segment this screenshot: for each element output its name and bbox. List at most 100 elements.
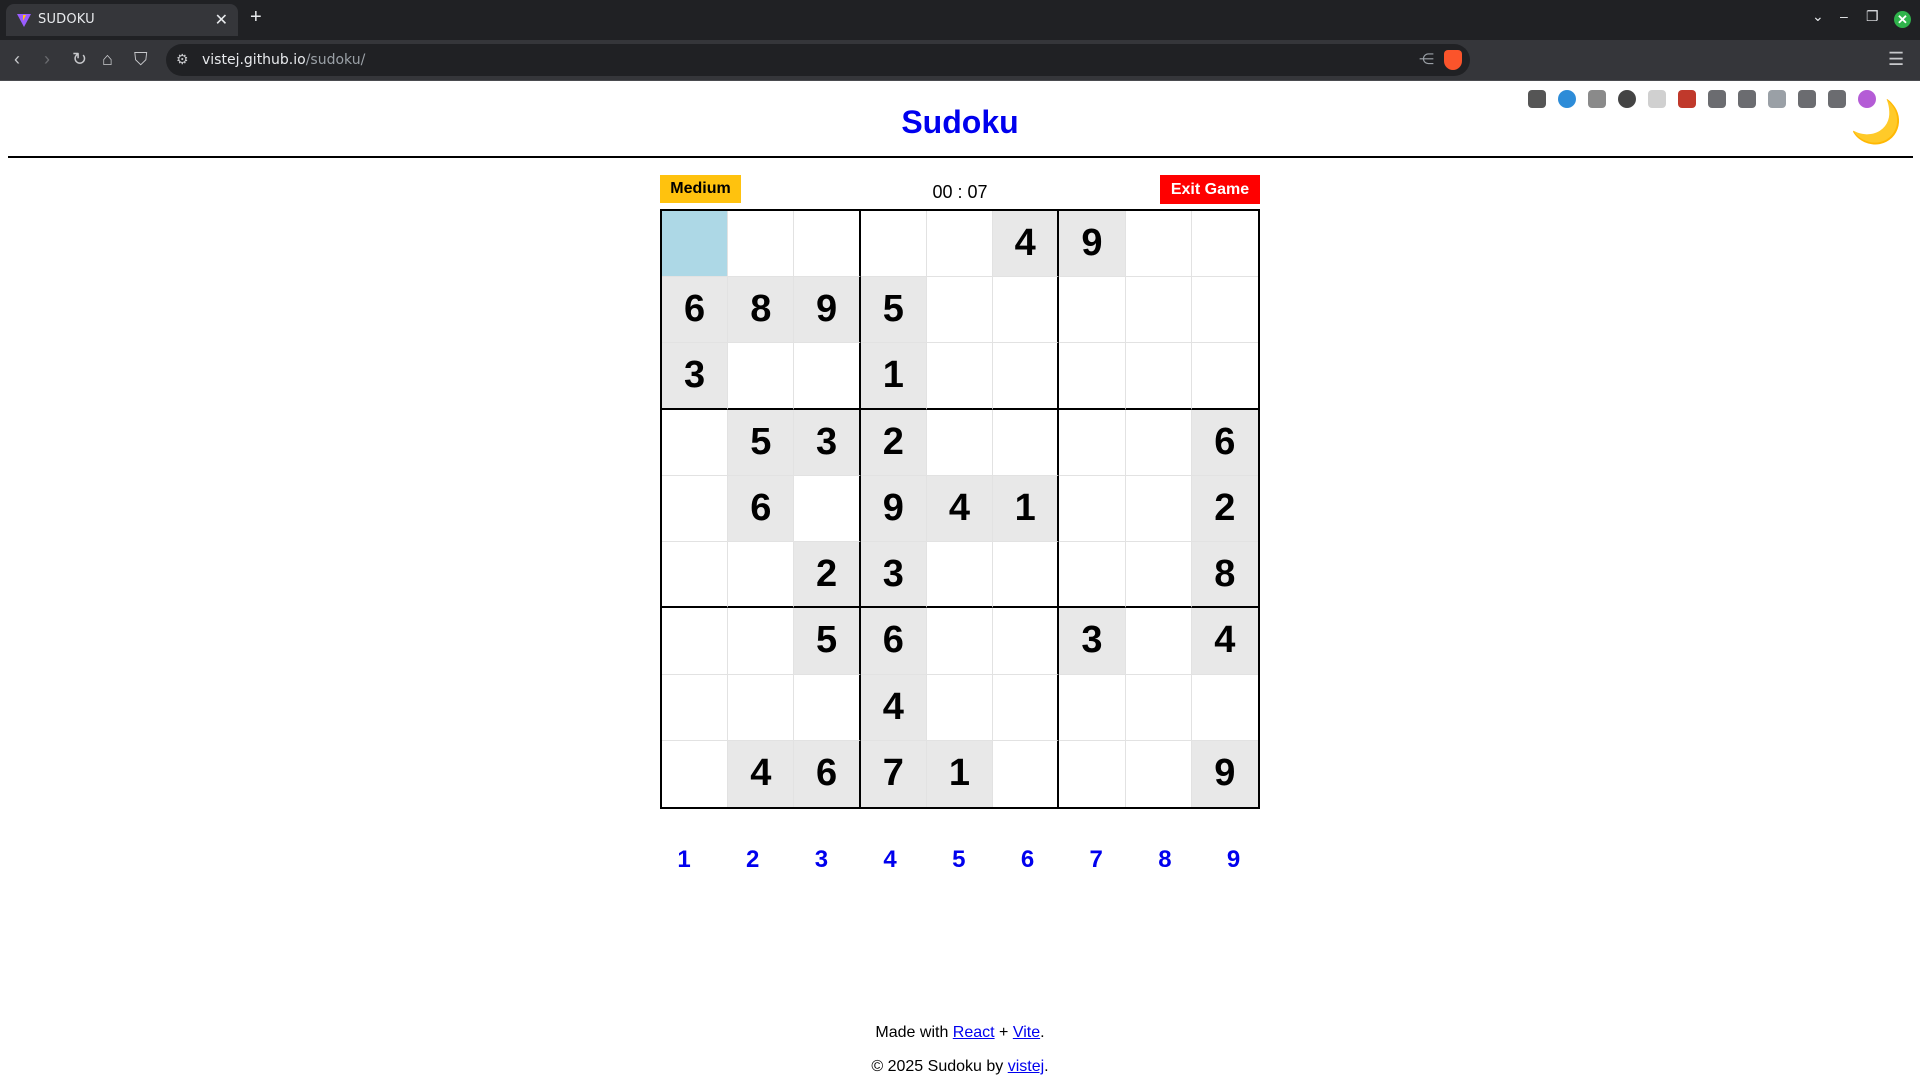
sudoku-cell[interactable]	[926, 608, 994, 675]
sudoku-cell[interactable]	[926, 277, 994, 344]
sudoku-cell[interactable]: 4	[926, 475, 994, 543]
sudoku-cell[interactable]	[1059, 277, 1126, 344]
sudoku-cell[interactable]: 5	[794, 608, 861, 675]
sudoku-cell[interactable]	[728, 211, 795, 278]
home-icon[interactable]: ⌂	[102, 48, 113, 70]
sudoku-cell[interactable]	[662, 211, 729, 278]
sudoku-cell[interactable]: 9	[1059, 211, 1126, 278]
tab-list-chevron-icon[interactable]: ⌄	[1812, 8, 1824, 25]
reload-icon[interactable]: ↻	[72, 48, 87, 70]
share-icon[interactable]: ⋲	[1419, 50, 1434, 68]
sudoku-cell[interactable]: 2	[1191, 475, 1258, 543]
numpad-button-8[interactable]: 8	[1145, 846, 1185, 874]
sudoku-cell[interactable]	[1125, 211, 1192, 278]
sudoku-cell[interactable]	[993, 277, 1060, 344]
sudoku-cell[interactable]: 2	[860, 409, 927, 476]
sudoku-cell[interactable]: 3	[662, 343, 729, 410]
sudoku-cell[interactable]	[794, 343, 861, 410]
sudoku-cell[interactable]: 2	[794, 542, 861, 609]
sudoku-cell[interactable]	[728, 542, 795, 609]
numpad-button-4[interactable]: 4	[870, 846, 910, 874]
sudoku-cell[interactable]	[794, 211, 861, 278]
sudoku-cell[interactable]	[1125, 277, 1192, 344]
sudoku-cell[interactable]	[926, 542, 994, 609]
back-icon[interactable]: ‹	[14, 48, 20, 70]
site-info-icon[interactable]: ⚙	[176, 51, 189, 68]
sudoku-cell[interactable]	[1125, 608, 1192, 675]
sudoku-cell[interactable]: 1	[993, 475, 1060, 543]
numpad-button-9[interactable]: 9	[1214, 846, 1254, 874]
sudoku-cell[interactable]	[1125, 343, 1192, 410]
sudoku-cell[interactable]	[728, 608, 795, 675]
sudoku-cell[interactable]	[662, 674, 729, 741]
exit-game-button[interactable]: Exit Game	[1160, 175, 1260, 204]
sudoku-cell[interactable]: 6	[662, 277, 729, 344]
new-tab-button[interactable]: +	[250, 6, 262, 29]
sudoku-cell[interactable]	[1125, 409, 1192, 476]
sudoku-cell[interactable]: 6	[728, 475, 795, 543]
sudoku-cell[interactable]: 5	[728, 409, 795, 476]
sudoku-cell[interactable]	[860, 211, 927, 278]
forward-icon[interactable]: ›	[44, 48, 50, 70]
sudoku-cell[interactable]	[993, 542, 1060, 609]
sudoku-cell[interactable]	[1126, 740, 1192, 807]
sudoku-cell[interactable]	[993, 740, 1060, 807]
react-link[interactable]: React	[953, 1024, 995, 1041]
sudoku-cell[interactable]	[1059, 409, 1126, 476]
vite-link[interactable]: Vite	[1013, 1024, 1040, 1041]
sudoku-cell[interactable]	[794, 674, 861, 741]
sudoku-cell[interactable]: 1	[860, 343, 927, 410]
address-bar[interactable]: ⚙ vistej.github.io/sudoku/ ⋲	[166, 44, 1470, 76]
sudoku-cell[interactable]	[728, 674, 795, 741]
author-link[interactable]: vistej	[1008, 1058, 1044, 1075]
dark-mode-toggle-moon-icon[interactable]: 🌙	[1850, 98, 1902, 146]
sudoku-cell[interactable]: 7	[860, 740, 927, 807]
sudoku-cell[interactable]	[1125, 542, 1192, 609]
sudoku-cell[interactable]	[728, 343, 795, 410]
bookmark-icon[interactable]: ⛉	[134, 48, 148, 70]
sudoku-cell[interactable]: 8	[1191, 542, 1258, 609]
sudoku-cell[interactable]	[926, 211, 994, 278]
sudoku-cell[interactable]	[993, 608, 1060, 675]
sudoku-cell[interactable]	[926, 409, 994, 476]
sudoku-cell[interactable]	[1125, 475, 1192, 543]
sudoku-cell[interactable]	[1059, 542, 1126, 609]
sudoku-cell[interactable]	[1059, 674, 1126, 741]
numpad-button-5[interactable]: 5	[939, 846, 979, 874]
sudoku-cell[interactable]	[1191, 675, 1258, 741]
sudoku-cell[interactable]: 4	[993, 211, 1060, 278]
sudoku-cell[interactable]: 6	[794, 740, 861, 807]
numpad-button-7[interactable]: 7	[1076, 846, 1116, 874]
sudoku-cell[interactable]: 9	[794, 277, 861, 344]
brave-shields-icon[interactable]	[1444, 50, 1462, 70]
sudoku-cell[interactable]	[926, 343, 994, 410]
sudoku-cell[interactable]: 6	[1191, 409, 1258, 476]
sudoku-cell[interactable]: 3	[794, 409, 861, 476]
restore-icon[interactable]: ❐	[1866, 8, 1879, 25]
sudoku-cell[interactable]	[993, 409, 1060, 476]
numpad-button-6[interactable]: 6	[1008, 846, 1048, 874]
sudoku-cell[interactable]	[794, 475, 861, 543]
sudoku-cell[interactable]	[1059, 740, 1126, 807]
menu-icon[interactable]: ☰	[1888, 48, 1904, 70]
numpad-button-2[interactable]: 2	[733, 846, 773, 874]
sudoku-cell[interactable]	[662, 608, 729, 675]
minimize-icon[interactable]: –	[1840, 8, 1848, 24]
sudoku-cell[interactable]	[1059, 475, 1126, 543]
numpad-button-3[interactable]: 3	[801, 846, 841, 874]
browser-tab[interactable]: SUDOKU ✕	[6, 4, 238, 36]
sudoku-cell[interactable]	[1191, 277, 1258, 344]
sudoku-cell[interactable]	[993, 674, 1060, 741]
sudoku-cell[interactable]: 8	[728, 277, 795, 344]
sudoku-cell[interactable]: 3	[1059, 608, 1126, 675]
sudoku-cell[interactable]	[662, 409, 729, 476]
sudoku-cell[interactable]	[662, 740, 729, 807]
sudoku-cell[interactable]: 9	[1191, 740, 1258, 807]
window-close-icon[interactable]: ✕	[1894, 11, 1911, 28]
sudoku-cell[interactable]	[1191, 211, 1258, 278]
sudoku-cell[interactable]: 9	[860, 475, 927, 543]
sudoku-cell[interactable]	[1059, 343, 1126, 410]
sudoku-cell[interactable]: 5	[860, 277, 927, 344]
sudoku-cell[interactable]: 4	[728, 740, 795, 807]
numpad-button-1[interactable]: 1	[664, 846, 704, 874]
